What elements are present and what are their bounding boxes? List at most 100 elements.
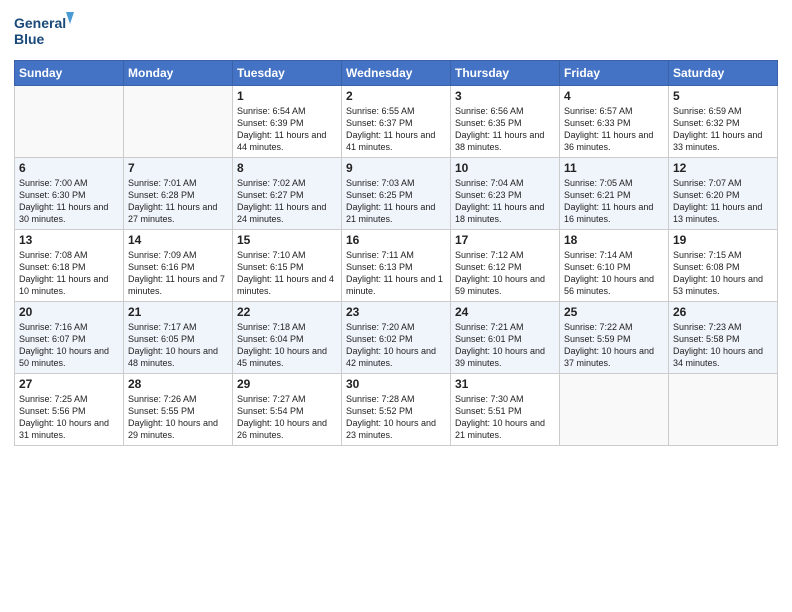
day-number: 4 — [564, 89, 664, 103]
calendar-cell: 1 Sunrise: 6:54 AM Sunset: 6:39 PM Daylig… — [233, 86, 342, 158]
day-number: 17 — [455, 233, 555, 247]
day-info: Sunrise: 7:30 AM Sunset: 5:51 PM Dayligh… — [455, 393, 555, 442]
day-number: 14 — [128, 233, 228, 247]
calendar-cell: 19Sunrise: 7:15 AM Sunset: 6:08 PM Dayli… — [669, 230, 778, 302]
calendar-week-1: 1 Sunrise: 6:54 AM Sunset: 6:39 PM Daylig… — [15, 86, 778, 158]
day-number: 19 — [673, 233, 773, 247]
day-info: Sunrise: 7:17 AM Sunset: 6:05 PM Dayligh… — [128, 321, 228, 370]
day-number: 16 — [346, 233, 446, 247]
calendar-cell: 7 Sunrise: 7:01 AM Sunset: 6:28 PM Daylig… — [124, 158, 233, 230]
calendar-cell: 15Sunrise: 7:10 AM Sunset: 6:15 PM Dayli… — [233, 230, 342, 302]
calendar-week-3: 13 Sunrise: 7:08 AM Sunset: 6:18 PM Dayli… — [15, 230, 778, 302]
calendar-cell: 3Sunrise: 6:56 AM Sunset: 6:35 PM Daylig… — [451, 86, 560, 158]
day-info: Sunrise: 7:28 AM Sunset: 5:52 PM Dayligh… — [346, 393, 446, 442]
day-number: 20 — [19, 305, 119, 319]
day-number: 31 — [455, 377, 555, 391]
calendar-cell — [669, 374, 778, 446]
svg-text:Blue: Blue — [14, 31, 45, 47]
calendar-cell: 23Sunrise: 7:20 AM Sunset: 6:02 PM Dayli… — [342, 302, 451, 374]
day-info: Sunrise: 7:18 AM Sunset: 6:04 PM Dayligh… — [237, 321, 337, 370]
day-info: Sunrise: 7:00 AM Sunset: 6:30 PM Dayligh… — [19, 177, 119, 226]
day-number: 11 — [564, 161, 664, 175]
calendar-cell: 29Sunrise: 7:27 AM Sunset: 5:54 PM Dayli… — [233, 374, 342, 446]
calendar-cell: 31 Sunrise: 7:30 AM Sunset: 5:51 PM Dayli… — [451, 374, 560, 446]
calendar-cell: 27 Sunrise: 7:25 AM Sunset: 5:56 PM Dayli… — [15, 374, 124, 446]
header: General Blue — [14, 10, 778, 54]
calendar-cell: 10 Sunrise: 7:04 AM Sunset: 6:23 PM Dayli… — [451, 158, 560, 230]
day-info: Sunrise: 7:27 AM Sunset: 5:54 PM Dayligh… — [237, 393, 337, 442]
day-number: 2 — [346, 89, 446, 103]
day-number: 7 — [128, 161, 228, 175]
generalblue-logo-icon: General Blue — [14, 10, 74, 54]
calendar-cell: 30 Sunrise: 7:28 AM Sunset: 5:52 PM Dayli… — [342, 374, 451, 446]
header-day-sunday: Sunday — [15, 61, 124, 86]
day-info: Sunrise: 7:09 AM Sunset: 6:16 PM Dayligh… — [128, 249, 228, 298]
day-number: 13 — [19, 233, 119, 247]
day-number: 1 — [237, 89, 337, 103]
day-number: 25 — [564, 305, 664, 319]
day-info: Sunrise: 7:23 AM Sunset: 5:58 PM Dayligh… — [673, 321, 773, 370]
logo: General Blue — [14, 10, 74, 54]
day-number: 26 — [673, 305, 773, 319]
calendar-cell: 24 Sunrise: 7:21 AM Sunset: 6:01 PM Dayli… — [451, 302, 560, 374]
day-number: 28 — [128, 377, 228, 391]
day-info: Sunrise: 7:16 AM Sunset: 6:07 PM Dayligh… — [19, 321, 119, 370]
day-info: Sunrise: 7:14 AM Sunset: 6:10 PM Dayligh… — [564, 249, 664, 298]
day-info: Sunrise: 7:22 AM Sunset: 5:59 PM Dayligh… — [564, 321, 664, 370]
calendar-cell — [560, 374, 669, 446]
day-info: Sunrise: 6:54 AM Sunset: 6:39 PM Dayligh… — [237, 105, 337, 154]
day-info: Sunrise: 7:05 AM Sunset: 6:21 PM Dayligh… — [564, 177, 664, 226]
calendar-cell: 14 Sunrise: 7:09 AM Sunset: 6:16 PM Dayli… — [124, 230, 233, 302]
day-number: 9 — [346, 161, 446, 175]
day-info: Sunrise: 7:01 AM Sunset: 6:28 PM Dayligh… — [128, 177, 228, 226]
day-info: Sunrise: 7:04 AM Sunset: 6:23 PM Dayligh… — [455, 177, 555, 226]
day-info: Sunrise: 7:03 AM Sunset: 6:25 PM Dayligh… — [346, 177, 446, 226]
calendar-header: SundayMondayTuesdayWednesdayThursdayFrid… — [15, 61, 778, 86]
day-info: Sunrise: 6:59 AM Sunset: 6:32 PM Dayligh… — [673, 105, 773, 154]
calendar-cell: 20 Sunrise: 7:16 AM Sunset: 6:07 PM Dayli… — [15, 302, 124, 374]
day-number: 21 — [128, 305, 228, 319]
calendar-cell: 21 Sunrise: 7:17 AM Sunset: 6:05 PM Dayli… — [124, 302, 233, 374]
calendar-cell: 12Sunrise: 7:07 AM Sunset: 6:20 PM Dayli… — [669, 158, 778, 230]
header-day-tuesday: Tuesday — [233, 61, 342, 86]
day-number: 5 — [673, 89, 773, 103]
calendar-cell: 26 Sunrise: 7:23 AM Sunset: 5:58 PM Dayli… — [669, 302, 778, 374]
day-number: 24 — [455, 305, 555, 319]
calendar-cell: 2 Sunrise: 6:55 AM Sunset: 6:37 PM Daylig… — [342, 86, 451, 158]
calendar-cell: 11 Sunrise: 7:05 AM Sunset: 6:21 PM Dayli… — [560, 158, 669, 230]
calendar-table: SundayMondayTuesdayWednesdayThursdayFrid… — [14, 60, 778, 446]
calendar-cell: 28Sunrise: 7:26 AM Sunset: 5:55 PM Dayli… — [124, 374, 233, 446]
header-day-wednesday: Wednesday — [342, 61, 451, 86]
calendar-cell: 25 Sunrise: 7:22 AM Sunset: 5:59 PM Dayli… — [560, 302, 669, 374]
svg-text:General: General — [14, 15, 66, 31]
calendar-cell: 16Sunrise: 7:11 AM Sunset: 6:13 PM Dayli… — [342, 230, 451, 302]
day-number: 18 — [564, 233, 664, 247]
day-info: Sunrise: 6:57 AM Sunset: 6:33 PM Dayligh… — [564, 105, 664, 154]
page: General Blue SundayMondayTuesdayWednesda… — [0, 0, 792, 612]
calendar-body: 1 Sunrise: 6:54 AM Sunset: 6:39 PM Daylig… — [15, 86, 778, 446]
calendar-cell: 6 Sunrise: 7:00 AM Sunset: 6:30 PM Daylig… — [15, 158, 124, 230]
calendar-cell — [124, 86, 233, 158]
day-number: 6 — [19, 161, 119, 175]
day-info: Sunrise: 7:21 AM Sunset: 6:01 PM Dayligh… — [455, 321, 555, 370]
day-info: Sunrise: 7:25 AM Sunset: 5:56 PM Dayligh… — [19, 393, 119, 442]
day-number: 30 — [346, 377, 446, 391]
day-info: Sunrise: 6:55 AM Sunset: 6:37 PM Dayligh… — [346, 105, 446, 154]
calendar-cell: 9 Sunrise: 7:03 AM Sunset: 6:25 PM Daylig… — [342, 158, 451, 230]
day-info: Sunrise: 7:07 AM Sunset: 6:20 PM Dayligh… — [673, 177, 773, 226]
day-number: 10 — [455, 161, 555, 175]
day-info: Sunrise: 7:08 AM Sunset: 6:18 PM Dayligh… — [19, 249, 119, 298]
calendar-cell: 4 Sunrise: 6:57 AM Sunset: 6:33 PM Daylig… — [560, 86, 669, 158]
calendar-cell: 13 Sunrise: 7:08 AM Sunset: 6:18 PM Dayli… — [15, 230, 124, 302]
calendar-cell: 8Sunrise: 7:02 AM Sunset: 6:27 PM Daylig… — [233, 158, 342, 230]
day-info: Sunrise: 7:20 AM Sunset: 6:02 PM Dayligh… — [346, 321, 446, 370]
day-info: Sunrise: 7:02 AM Sunset: 6:27 PM Dayligh… — [237, 177, 337, 226]
calendar-cell: 22Sunrise: 7:18 AM Sunset: 6:04 PM Dayli… — [233, 302, 342, 374]
day-info: Sunrise: 6:56 AM Sunset: 6:35 PM Dayligh… — [455, 105, 555, 154]
calendar-week-2: 6 Sunrise: 7:00 AM Sunset: 6:30 PM Daylig… — [15, 158, 778, 230]
calendar-week-4: 20 Sunrise: 7:16 AM Sunset: 6:07 PM Dayli… — [15, 302, 778, 374]
day-info: Sunrise: 7:10 AM Sunset: 6:15 PM Dayligh… — [237, 249, 337, 298]
day-number: 27 — [19, 377, 119, 391]
header-day-saturday: Saturday — [669, 61, 778, 86]
calendar-cell — [15, 86, 124, 158]
